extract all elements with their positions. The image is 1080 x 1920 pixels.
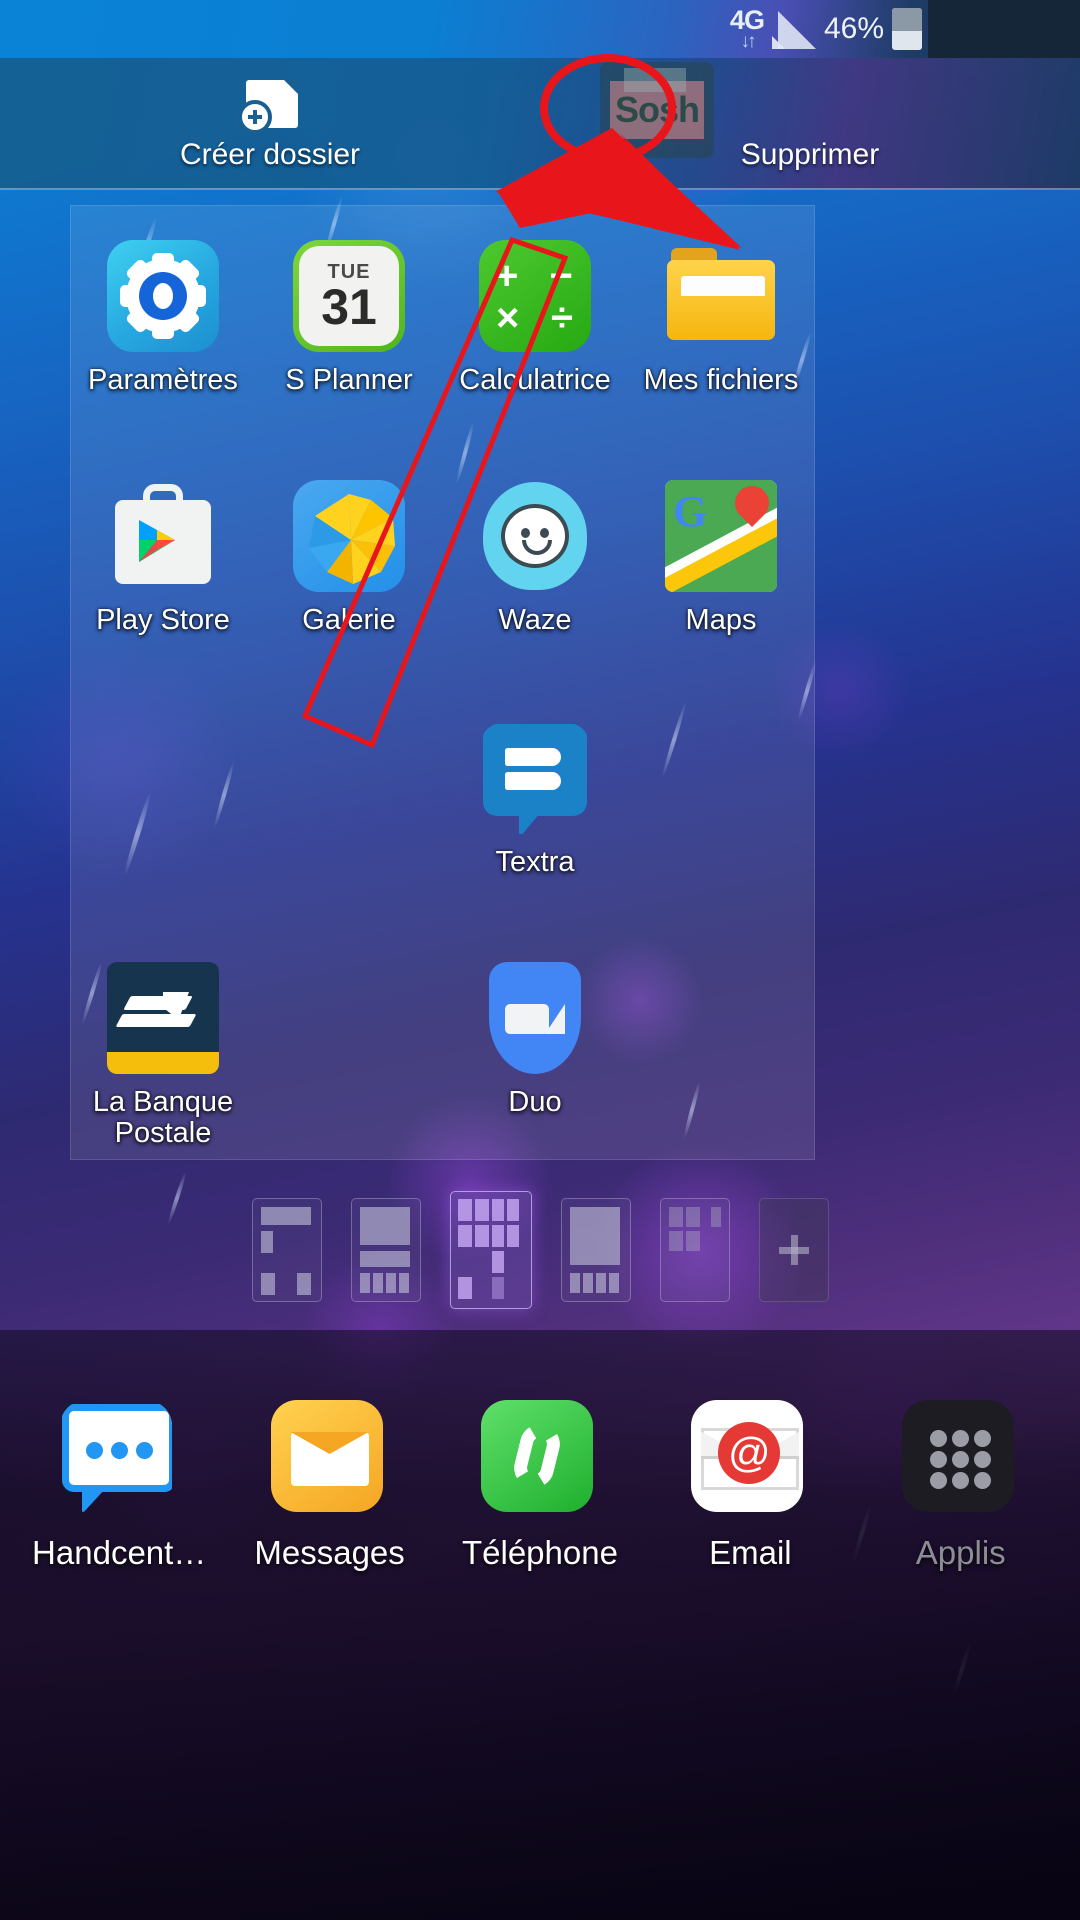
play-store-icon [107, 480, 219, 592]
folder-icon [665, 240, 777, 352]
page-thumbnail-3-active[interactable] [449, 1191, 532, 1309]
settings-icon [107, 240, 219, 352]
app-icon-duo[interactable]: Duo [442, 962, 628, 1118]
drag-drop-action-bar: Créer dossier Supprimer [0, 58, 1080, 190]
google-g-glyph: G [673, 487, 708, 536]
status-bar[interactable]: 4G ↓↑ 46% [0, 0, 1080, 58]
dock-item-label: Handcent… [32, 1534, 207, 1571]
network-type-indicator: 4G ↓↑ [729, 5, 765, 52]
network-type-label: 4G [729, 5, 765, 35]
app-label: Play Store [96, 604, 230, 636]
app-icon-galerie[interactable]: Galerie [256, 480, 442, 636]
app-icon-textra[interactable]: Textra [442, 722, 628, 878]
dock-item-label: Messages [254, 1534, 405, 1571]
app-drawer-icon [901, 1400, 1014, 1512]
messages-icon [270, 1400, 383, 1512]
app-label: Textra [495, 846, 575, 878]
dock-item-email[interactable]: @ Email [655, 1400, 845, 1572]
email-icon: @ [691, 1400, 804, 1512]
app-label: Paramètres [88, 364, 238, 396]
app-label: Maps [685, 604, 757, 636]
app-icon-play-store[interactable]: Play Store [70, 480, 256, 636]
app-label: Calculatrice [459, 364, 611, 396]
phone-icon [480, 1400, 593, 1512]
calendar-icon: TUE 31 [293, 240, 405, 352]
banque-postale-icon [107, 962, 219, 1074]
app-icon-calculatrice[interactable]: + − × ÷ Calculatrice [442, 240, 628, 396]
dock: Handcent… Messages Téléphone @ Email App… [0, 1330, 1080, 1920]
waze-icon [479, 480, 591, 592]
app-icon-mes-fichiers[interactable]: Mes fichiers [628, 240, 814, 396]
app-icon-la-banque-postale[interactable]: La Banque Postale [70, 962, 256, 1148]
page-thumbnail-5[interactable] [659, 1198, 730, 1302]
page-indicator-strip [0, 1170, 1080, 1330]
dock-item-telephone[interactable]: Téléphone [445, 1400, 635, 1572]
data-transfer-arrows-icon: ↓↑ [740, 31, 756, 52]
battery-percent-label: 46% [823, 12, 884, 45]
app-label: Galerie [302, 604, 396, 636]
times-symbol: × [496, 296, 520, 340]
page-thumbnail-1[interactable] [251, 1198, 322, 1302]
page-thumbnail-4[interactable] [560, 1198, 631, 1302]
plus-symbol: + [495, 254, 519, 298]
create-folder-drop-target[interactable]: Créer dossier [0, 58, 540, 190]
dock-item-handcent[interactable]: Handcent… [24, 1400, 214, 1572]
dragged-app-icon-sosh[interactable]: Sosh [600, 62, 714, 158]
app-grid: Paramètres TUE 31 S Planner + − × ÷ Calc… [70, 205, 815, 1160]
dock-item-label: Téléphone [461, 1534, 618, 1571]
app-icon-maps[interactable]: G Maps [628, 480, 814, 636]
calculator-icon: + − × ÷ [479, 240, 591, 352]
app-label: Waze [498, 604, 572, 636]
handcent-icon [60, 1400, 173, 1512]
textra-icon [479, 722, 591, 834]
minus-symbol: − [549, 254, 573, 298]
dock-item-label: Applis [915, 1534, 1006, 1571]
app-label: Mes fichiers [643, 364, 799, 396]
app-icon-waze[interactable]: Waze [442, 480, 628, 636]
duo-icon [479, 962, 591, 1074]
gallery-icon [293, 480, 405, 592]
add-page-button[interactable] [758, 1198, 829, 1302]
app-icon-parametres[interactable]: Paramètres [70, 240, 256, 396]
signal-strength-icon [771, 9, 816, 49]
status-bar-right-block [928, 0, 1080, 58]
maps-icon: G [665, 480, 777, 592]
create-folder-label: Créer dossier [179, 138, 361, 171]
at-symbol: @ [718, 1422, 781, 1484]
app-label: Duo [508, 1086, 562, 1118]
battery-icon [892, 8, 922, 50]
dock-item-label: Email [709, 1534, 792, 1571]
plus-icon [778, 1235, 809, 1265]
folder-plus-icon [238, 76, 302, 134]
app-label: S Planner [285, 364, 413, 396]
delete-label: Supprimer [740, 138, 880, 171]
sosh-app-label: Sosh [614, 89, 700, 130]
app-label: La Banque Postale [92, 1086, 234, 1149]
page-thumbnail-2[interactable] [350, 1198, 421, 1302]
divide-symbol: ÷ [551, 296, 573, 340]
calendar-day-number: 31 [321, 278, 377, 335]
dock-item-applis[interactable]: Applis [866, 1400, 1056, 1572]
dock-item-messages[interactable]: Messages [235, 1400, 425, 1572]
app-icon-s-planner[interactable]: TUE 31 S Planner [256, 240, 442, 396]
